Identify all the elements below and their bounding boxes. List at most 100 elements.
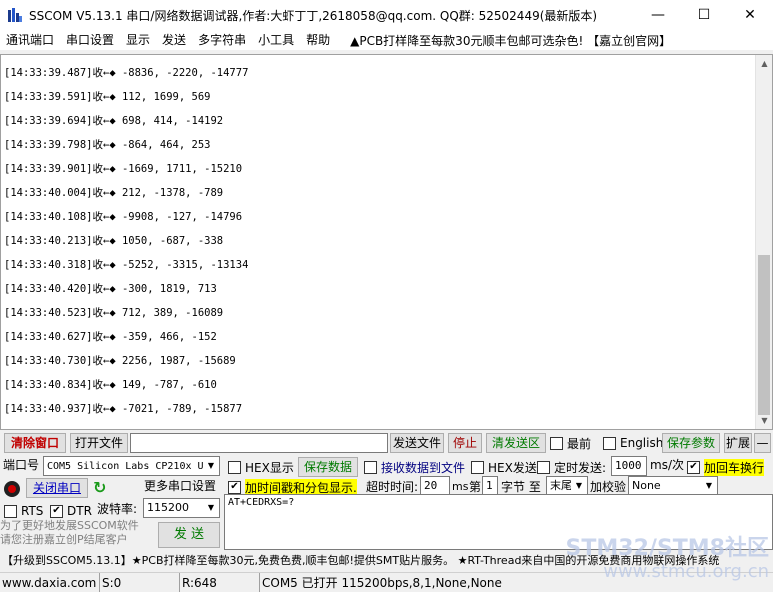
start-byte-input[interactable]: 1 bbox=[482, 476, 498, 496]
end-byte-value: 末尾 bbox=[550, 479, 572, 492]
menu-item-multi-string[interactable]: 多字符串 bbox=[192, 30, 252, 50]
timeout-input[interactable]: 20 bbox=[420, 476, 450, 496]
send-textarea[interactable]: AT+CEDRXS=? bbox=[224, 494, 773, 550]
menu-item-help[interactable]: 帮助 bbox=[300, 30, 336, 50]
more-settings-button[interactable]: 更多串口设置 bbox=[140, 477, 220, 497]
clear-window-button[interactable]: 清除窗口 bbox=[4, 433, 66, 453]
chevron-down-icon[interactable]: ▼ bbox=[203, 499, 219, 517]
log-line: [14:33:40.004]收←◆ 212, -1378, -789 bbox=[4, 187, 224, 199]
menu-item-send[interactable]: 发送 bbox=[156, 30, 192, 50]
maximize-button[interactable]: ☐ bbox=[681, 0, 727, 30]
log-line: [14:33:40.108]收←◆ -9908, -127, -14796 bbox=[4, 211, 243, 223]
checkbox-box[interactable] bbox=[537, 460, 550, 474]
collapse-button[interactable]: — bbox=[754, 433, 771, 453]
log-scrollbar[interactable]: ▲ ▼ bbox=[755, 55, 772, 429]
log-line: [14:33:39.591]收←◆ 112, 1699, 569 bbox=[4, 91, 211, 103]
checkmark-icon[interactable]: ✔ bbox=[50, 504, 63, 518]
checksum-select[interactable]: None ▼ bbox=[628, 476, 718, 496]
menu-ad-link[interactable]: ▲PCB打样降至每款30元顺丰包邮可选杂色! 【嘉立创官网】 bbox=[350, 32, 671, 49]
clear-send-button[interactable]: 清发送区 bbox=[486, 433, 546, 453]
title-bar: SSCOM V5.13.1 串口/网络数据调试器,作者:大虾丁丁,2618058… bbox=[0, 0, 773, 30]
interval-unit-label: ms/次 bbox=[650, 458, 684, 472]
window-title: SSCOM V5.13.1 串口/网络数据调试器,作者:大虾丁丁,2618058… bbox=[29, 8, 598, 23]
chevron-down-icon[interactable]: ▼ bbox=[571, 477, 587, 495]
dtr-checkbox[interactable]: ✔ DTR bbox=[50, 502, 92, 520]
log-line: [14:33:40.523]收←◆ 712, 389, -16089 bbox=[4, 307, 224, 319]
hex-send-label: HEX发送 bbox=[488, 460, 537, 475]
dtr-label: DTR bbox=[67, 504, 92, 518]
open-file-button[interactable]: 打开文件 bbox=[70, 433, 128, 453]
log-list: [14:33:39.487]收←◆ -8836, -2220, -14777 [… bbox=[4, 61, 754, 421]
port-select[interactable]: COM5 Silicon Labs CP210x U ▼ bbox=[43, 456, 220, 476]
interval-input[interactable]: 1000 bbox=[611, 456, 647, 476]
scroll-down-icon[interactable]: ▼ bbox=[756, 412, 772, 429]
end-byte-select[interactable]: 末尾 ▼ bbox=[546, 476, 588, 496]
menu-item-port-settings[interactable]: 串口设置 bbox=[60, 30, 120, 50]
save-params-button[interactable]: 保存参数 bbox=[662, 433, 720, 453]
topmost-checkbox[interactable]: 最前 bbox=[550, 434, 591, 452]
checkbox-box[interactable] bbox=[364, 460, 377, 474]
port-label: 端口号 bbox=[3, 458, 40, 472]
timed-send-checkbox[interactable]: 定时发送: bbox=[537, 458, 606, 476]
promo-banner[interactable]: 【升级到SSCOM5.13.1】★PCB打样降至每款30元,免费色费,顺丰包邮!… bbox=[0, 552, 773, 570]
log-line: [14:33:40.834]收←◆ 149, -787, -610 bbox=[4, 379, 217, 391]
chevron-down-icon[interactable]: ▼ bbox=[701, 477, 717, 495]
port-select-value: COM5 Silicon Labs CP210x U bbox=[47, 461, 204, 472]
checkbox-box[interactable] bbox=[550, 436, 563, 450]
baud-select[interactable]: 115200 ▼ bbox=[143, 498, 220, 518]
send-button[interactable]: 发 送 bbox=[158, 522, 220, 548]
register-hint-line1: 为了更好地发展SSCOM软件 bbox=[0, 519, 139, 532]
checkbox-box[interactable] bbox=[4, 504, 17, 518]
receive-log[interactable]: [14:33:39.487]收←◆ -8836, -2220, -14777 [… bbox=[0, 54, 773, 430]
timestamp-label: 加时间戳和分包显示. bbox=[245, 478, 357, 496]
status-received: R:648 bbox=[180, 573, 260, 592]
register-hint: 为了更好地发展SSCOM软件 请您注册嘉立创P结尾客户 bbox=[0, 519, 139, 547]
checkbox-box[interactable] bbox=[228, 460, 241, 474]
close-port-button[interactable]: 关闭串口 bbox=[26, 478, 88, 498]
checkmark-icon[interactable]: ✔ bbox=[687, 460, 700, 474]
checkmark-icon[interactable]: ✔ bbox=[228, 480, 241, 494]
app-logo-icon bbox=[7, 7, 23, 23]
stop-button[interactable]: 停止 bbox=[448, 433, 482, 453]
log-line: [14:33:39.694]收←◆ 698, 414, -14192 bbox=[4, 115, 224, 127]
status-port: COM5 已打开 115200bps,8,1,None,None bbox=[262, 576, 502, 590]
add-crlf-checkbox[interactable]: ✔ 加回车换行 bbox=[687, 458, 765, 476]
recv-to-file-checkbox[interactable]: 接收数据到文件 bbox=[364, 458, 465, 476]
menu-item-display[interactable]: 显示 bbox=[120, 30, 156, 50]
hex-display-checkbox[interactable]: HEX显示 bbox=[228, 458, 294, 476]
menu-item-tools[interactable]: 小工具 bbox=[252, 30, 300, 50]
log-line: [14:33:40.420]收←◆ -300, 1819, 713 bbox=[4, 283, 217, 295]
send-file-button[interactable]: 发送文件 bbox=[390, 433, 444, 453]
baud-value: 115200 bbox=[147, 501, 189, 514]
toolbar-row: 清除窗口 打开文件 发送文件 停止 清发送区 最前 English 保存参数 扩… bbox=[0, 432, 773, 454]
refresh-icon[interactable]: ↻ bbox=[93, 480, 109, 496]
rts-checkbox[interactable]: RTS bbox=[4, 502, 43, 520]
chevron-down-icon[interactable]: ▼ bbox=[203, 457, 219, 475]
topmost-label: 最前 bbox=[567, 436, 592, 451]
status-sent: S:0 bbox=[100, 573, 180, 592]
file-path-input[interactable] bbox=[130, 433, 388, 453]
expand-button[interactable]: 扩展 bbox=[724, 433, 752, 453]
log-line: [14:33:39.798]收←◆ -864, 464, 253 bbox=[4, 139, 211, 151]
rts-label: RTS bbox=[21, 504, 44, 518]
timed-send-label: 定时发送: bbox=[554, 460, 607, 475]
scroll-up-icon[interactable]: ▲ bbox=[756, 55, 772, 72]
menu-item-comm-port[interactable]: 通讯端口 bbox=[0, 30, 60, 50]
log-line: [14:33:40.213]收←◆ 1050, -687, -338 bbox=[4, 235, 224, 247]
menu-bar: 通讯端口 串口设置 显示 发送 多字符串 小工具 帮助 ▲PCB打样降至每款30… bbox=[0, 30, 773, 50]
minimize-button[interactable]: — bbox=[635, 0, 681, 30]
status-website[interactable]: www.daxia.com bbox=[0, 573, 100, 592]
checkbox-box[interactable] bbox=[471, 460, 484, 474]
close-button[interactable]: ✕ bbox=[727, 0, 773, 30]
log-line: [14:33:39.901]收←◆ -1669, 1711, -15210 bbox=[4, 163, 243, 175]
hex-display-label: HEX显示 bbox=[245, 460, 294, 475]
save-data-button[interactable]: 保存数据 bbox=[298, 457, 358, 477]
english-checkbox[interactable]: English bbox=[603, 434, 663, 452]
port-status-icon bbox=[4, 481, 20, 497]
checkbox-box[interactable] bbox=[603, 436, 616, 450]
hex-send-checkbox[interactable]: HEX发送 bbox=[471, 458, 537, 476]
status-bar: www.daxia.com S:0 R:648 COM5 已打开 115200b… bbox=[0, 572, 773, 592]
baud-label: 波特率: bbox=[97, 502, 138, 516]
log-line: [14:33:40.627]收←◆ -359, 466, -152 bbox=[4, 331, 217, 343]
scroll-thumb[interactable] bbox=[758, 255, 770, 415]
